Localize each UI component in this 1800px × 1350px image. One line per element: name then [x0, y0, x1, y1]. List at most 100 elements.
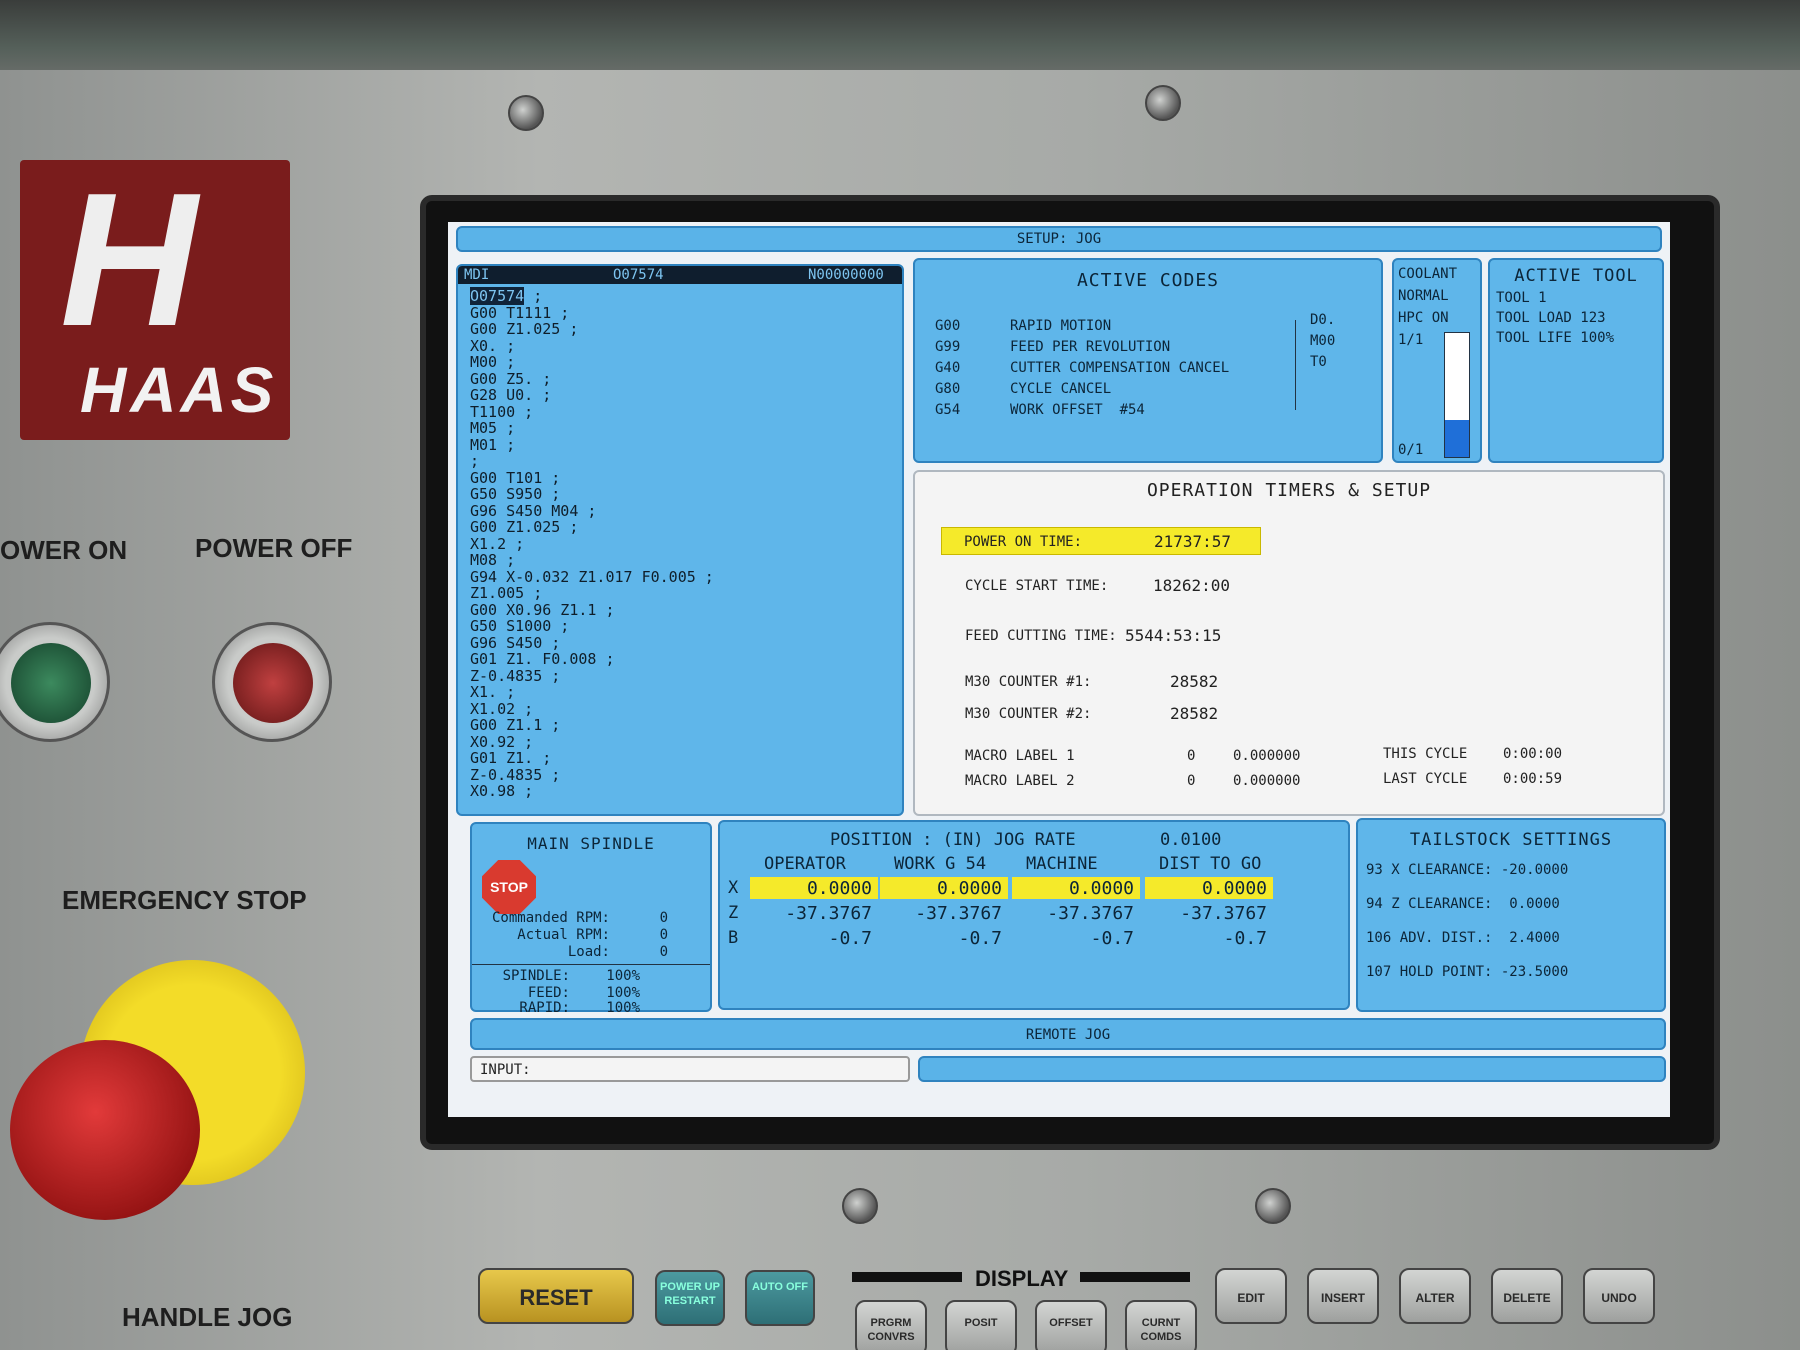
position-value: -0.7: [958, 928, 1002, 949]
position-value: -0.7: [1090, 928, 1134, 949]
mdi-code-line[interactable]: T1100 ;: [470, 403, 714, 421]
mdi-code-line[interactable]: G00 T101 ;: [470, 469, 714, 487]
m30-counter-2-value: 28582: [1170, 704, 1219, 723]
active-code: G80: [935, 381, 961, 397]
power-on-time-value: 21737:57: [1154, 532, 1232, 551]
power-on-time-field: POWER ON TIME: 21737:57: [941, 527, 1261, 555]
active-tool-panel: ACTIVE TOOL TOOL 1 TOOL LOAD 123 TOOL LI…: [1488, 258, 1664, 463]
edit-key[interactable]: UNDO: [1583, 1268, 1655, 1324]
feed-cutting-label: FEED CUTTING TIME:: [965, 628, 1117, 644]
display-key[interactable]: OFFSET: [1035, 1300, 1107, 1350]
mdi-code-line[interactable]: X1.02 ;: [470, 700, 714, 718]
macro-2-value: 0.000000: [1233, 773, 1301, 789]
tailstock-setting: 107 HOLD POINT: -23.5000: [1366, 964, 1569, 980]
mdi-code-line[interactable]: X0. ;: [470, 337, 714, 355]
coolant-title: COOLANT: [1398, 266, 1458, 282]
macro-1-value: 0.000000: [1233, 748, 1301, 764]
active-tool-load: TOOL LOAD 123: [1496, 310, 1606, 326]
cnc-screen: SETUP: JOG MDI O07574 N00000000 O07574 ;…: [448, 222, 1670, 1117]
position-value: -37.3767: [915, 903, 1002, 924]
mdi-code-line[interactable]: G28 U0. ;: [470, 387, 714, 404]
axis-label: B: [728, 928, 739, 948]
active-tool-title: ACTIVE TOOL: [1514, 266, 1638, 286]
m30-counter-1-value: 28582: [1170, 672, 1219, 691]
last-cycle-value: 0:00:59: [1503, 771, 1563, 787]
display-key[interactable]: PRGRM CONVRS: [855, 1300, 927, 1350]
active-code-side-value: M00: [1310, 333, 1336, 349]
active-code-side-value: T0: [1310, 354, 1327, 370]
mdi-code-line[interactable]: O07574 ;: [470, 287, 714, 305]
coolant-status: NORMAL: [1398, 288, 1449, 304]
mdi-code-line[interactable]: G00 Z1.1 ;: [470, 717, 714, 734]
position-column-header: MACHINE: [1026, 854, 1098, 874]
macro-label-2: MACRO LABEL 2: [965, 773, 1075, 789]
mdi-code-line[interactable]: G00 Z5. ;: [470, 370, 714, 388]
coolant-panel: COOLANT NORMAL HPC ON 1/1 0/1: [1392, 258, 1482, 463]
coolant-bottom-label: 0/1: [1398, 442, 1424, 458]
spindle-load-label: Load:: [567, 944, 610, 960]
reset-key[interactable]: RESET: [478, 1268, 634, 1324]
mdi-code-line[interactable]: X0.98 ;: [470, 783, 714, 800]
auto-off-key[interactable]: AUTO OFF: [745, 1270, 815, 1326]
mdi-code-line[interactable]: G01 Z1. ;: [470, 750, 714, 767]
mdi-code-line[interactable]: G01 Z1. F0.008 ;: [470, 651, 714, 668]
input-field[interactable]: INPUT:: [470, 1056, 910, 1082]
position-title: POSITION : (IN) JOG RATE: [830, 830, 1076, 850]
active-codes-panel: ACTIVE CODES G00 RAPID MOTION G99 FEED PER …: [913, 258, 1383, 463]
mdi-code-line[interactable]: M01 ;: [470, 436, 714, 454]
mdi-code-line[interactable]: G94 X-0.032 Z1.017 F0.005 ;: [470, 568, 714, 586]
display-key[interactable]: CURNT COMDS: [1125, 1300, 1197, 1350]
mdi-code-line[interactable]: G00 X0.96 Z1.1 ;: [470, 601, 714, 619]
tailstock-setting: 93 X CLEARANCE: -20.0000: [1366, 862, 1569, 878]
position-value: 0.0000: [936, 878, 1002, 899]
mdi-cursor: O07574: [470, 287, 525, 305]
mdi-code-line[interactable]: G96 S450 M04 ;: [470, 502, 714, 520]
macro-2-var: 0: [1187, 773, 1196, 789]
position-value: -37.3767: [785, 903, 872, 924]
active-tool-life: TOOL LIFE 100%: [1496, 330, 1615, 346]
mdi-code-line[interactable]: G50 S1000 ;: [470, 618, 714, 635]
feed-cutting-value: 5544:53:15: [1125, 626, 1222, 645]
mdi-header: MDI O07574 N00000000: [458, 266, 902, 284]
last-cycle-label: LAST CYCLE: [1383, 771, 1468, 787]
axis-label: X: [728, 878, 739, 898]
rapid-override-label: RAPID:: [519, 1000, 570, 1016]
edit-key[interactable]: INSERT: [1307, 1268, 1379, 1324]
mdi-code-line[interactable]: Z-0.4835 ;: [470, 766, 714, 784]
mdi-code-line[interactable]: ;: [470, 453, 714, 470]
mdi-code-line[interactable]: G50 S950 ;: [470, 486, 714, 503]
mdi-program-panel[interactable]: MDI O07574 N00000000 O07574 ; G00 T1111 ;…: [456, 264, 904, 816]
coolant-hpc: HPC ON: [1398, 310, 1449, 326]
feed-override-value: 100%: [606, 985, 640, 1001]
mdi-code-line[interactable]: Z1.005 ;: [470, 585, 714, 602]
mdi-code-line[interactable]: Z-0.4835 ;: [470, 667, 714, 685]
power-up-restart-key[interactable]: POWER UP RESTART: [655, 1270, 725, 1326]
mdi-code-line[interactable]: X0.92 ;: [470, 733, 714, 751]
edit-key[interactable]: ALTER: [1399, 1268, 1471, 1324]
edit-key[interactable]: EDIT: [1215, 1268, 1287, 1324]
mdi-code-line[interactable]: G00 Z1.025 ;: [470, 519, 714, 536]
active-codes-title: ACTIVE CODES: [1076, 270, 1220, 291]
power-off-label: POWER OFF: [195, 533, 353, 563]
mdi-code-line[interactable]: M08 ;: [470, 552, 714, 569]
mdi-code-line[interactable]: G00 T1111 ;: [470, 304, 714, 322]
mdi-code-line[interactable]: X1. ;: [470, 684, 714, 701]
macro-label-1: MACRO LABEL 1: [965, 748, 1075, 764]
mdi-code-line[interactable]: M00 ;: [470, 354, 714, 371]
mdi-mode: MDI: [464, 267, 490, 283]
power-off-button[interactable]: [212, 622, 332, 742]
mdi-code-line[interactable]: M05 ;: [470, 420, 714, 437]
display-key[interactable]: POSIT: [945, 1300, 1017, 1350]
emergency-stop-button[interactable]: [10, 1040, 200, 1220]
tailstock-setting: 106 ADV. DIST.: 2.4000: [1366, 930, 1560, 946]
display-group-label: DISPLAY: [975, 1266, 1069, 1291]
spindle-load-value: 0: [659, 944, 668, 960]
mdi-code-line[interactable]: X1.2 ;: [470, 535, 714, 553]
mdi-code-line[interactable]: G96 S450 ;: [470, 634, 714, 652]
axis-label: Z: [728, 903, 739, 923]
display-divider-right: [1080, 1272, 1190, 1282]
edit-key[interactable]: DELETE: [1491, 1268, 1563, 1324]
mdi-code-lines: O07574 ; G00 T1111 ; G00 Z1.025 ; X0. ; M00 …: [470, 287, 714, 800]
mdi-code-line[interactable]: G00 Z1.025 ;: [470, 321, 714, 338]
position-value: -0.7: [1223, 928, 1267, 949]
